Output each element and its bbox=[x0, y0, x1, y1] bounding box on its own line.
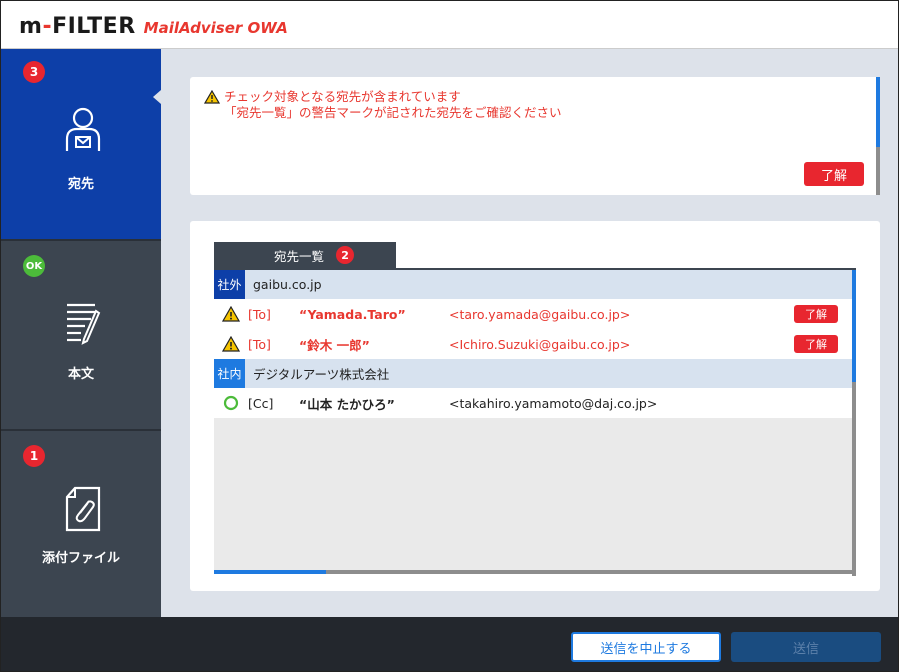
group-domain: デジタルアーツ株式会社 bbox=[253, 367, 390, 382]
logo-sub-text: MailAdviser OWA bbox=[143, 19, 288, 37]
main-content: チェック対象となる宛先が含まれています 「宛先一覧」の警告マークが記された宛先を… bbox=[161, 49, 898, 617]
tab-recipient-list[interactable]: 宛先一覧 2 bbox=[214, 242, 396, 268]
recipient-type: [To] bbox=[248, 336, 271, 352]
recipient-name: “Yamada.Taro” bbox=[299, 306, 406, 322]
group-domain: gaibu.co.jp bbox=[253, 277, 322, 292]
warning-icon bbox=[222, 336, 240, 352]
sidebar-item-label: 宛先 bbox=[67, 177, 94, 192]
ok-circle-icon bbox=[223, 395, 239, 411]
attachments-count-badge: 1 bbox=[23, 445, 45, 467]
logo-main-text: m-FILTER bbox=[19, 14, 136, 39]
recipient-type: [Cc] bbox=[248, 395, 274, 411]
send-button[interactable]: 送信 bbox=[731, 632, 881, 662]
list-item: [Cc] “山本 たかひろ” <takahiro.yamamoto@daj.co… bbox=[214, 388, 852, 418]
acknowledge-row-button[interactable]: 了解 bbox=[794, 335, 838, 353]
warning-icon bbox=[204, 90, 220, 104]
list-vertical-scrollbar[interactable] bbox=[852, 270, 856, 576]
recipient-list-panel: 宛先一覧 2 社外 gaibu.co.jp [To] “Yamada.Taro” bbox=[190, 221, 880, 591]
sidebar-item-recipients[interactable]: 3 宛先 bbox=[1, 49, 161, 239]
recipient-name: “鈴木 一郎” bbox=[299, 337, 370, 353]
tab-count-badge: 2 bbox=[336, 246, 355, 264]
recipient-type: [To] bbox=[248, 306, 271, 322]
alert-line-2: 「宛先一覧」の警告マークが記された宛先をご確認ください bbox=[224, 105, 562, 120]
document-edit-icon bbox=[67, 303, 101, 345]
recipient-address: <Ichiro.Suzuki@gaibu.co.jp> bbox=[449, 336, 631, 352]
cancel-send-button[interactable]: 送信を中止する bbox=[571, 632, 721, 662]
sidebar-item-attachments[interactable]: 1 添付ファイル bbox=[1, 429, 161, 617]
active-pointer bbox=[153, 90, 161, 104]
acknowledge-row-button[interactable]: 了解 bbox=[794, 305, 838, 323]
brand-logo: m-FILTER MailAdviser OWA bbox=[19, 14, 288, 39]
group-header-internal: 社内 デジタルアーツ株式会社 bbox=[214, 359, 852, 388]
recipient-address: <takahiro.yamamoto@daj.co.jp> bbox=[449, 395, 658, 411]
sidebar: 3 宛先 OK 本文 1 添付ファイル bbox=[1, 49, 161, 617]
sidebar-item-body[interactable]: OK 本文 bbox=[1, 239, 161, 429]
alert-line-1: チェック対象となる宛先が含まれています bbox=[224, 89, 461, 104]
acknowledge-button[interactable]: 了解 bbox=[804, 162, 864, 186]
external-tag: 社外 bbox=[214, 270, 245, 299]
alert-scrollbar[interactable] bbox=[876, 77, 880, 195]
body-ok-badge: OK bbox=[23, 255, 45, 277]
warning-icon bbox=[222, 306, 240, 322]
recipient-icon bbox=[65, 107, 101, 151]
sidebar-item-label: 添付ファイル bbox=[41, 551, 120, 566]
sidebar-item-label: 本文 bbox=[67, 367, 94, 382]
tab-label: 宛先一覧 bbox=[274, 248, 325, 264]
list-item: [To] “Yamada.Taro” <taro.yamada@gaibu.co… bbox=[214, 299, 852, 329]
attachment-file-icon bbox=[65, 486, 101, 532]
recipient-name: “山本 たかひろ” bbox=[299, 396, 395, 412]
recipient-list: 社外 gaibu.co.jp [To] “Yamada.Taro” <taro.… bbox=[214, 268, 856, 576]
app-header: m-FILTER MailAdviser OWA bbox=[1, 1, 898, 49]
app-window: m-FILTER MailAdviser OWA 3 宛先 OK 本文 1 添付… bbox=[0, 0, 899, 672]
alert-panel: チェック対象となる宛先が含まれています 「宛先一覧」の警告マークが記された宛先を… bbox=[190, 77, 880, 195]
recipients-count-badge: 3 bbox=[23, 61, 45, 83]
group-header-external: 社外 gaibu.co.jp bbox=[214, 270, 852, 299]
list-item: [To] “鈴木 一郎” <Ichiro.Suzuki@gaibu.co.jp>… bbox=[214, 329, 852, 359]
alert-message: チェック対象となる宛先が含まれています 「宛先一覧」の警告マークが記された宛先を… bbox=[204, 89, 562, 121]
recipient-address: <taro.yamada@gaibu.co.jp> bbox=[449, 306, 631, 322]
list-horizontal-scrollbar[interactable] bbox=[214, 570, 856, 574]
footer-bar: 送信を中止する 送信 bbox=[1, 617, 898, 671]
internal-tag: 社内 bbox=[214, 359, 245, 388]
